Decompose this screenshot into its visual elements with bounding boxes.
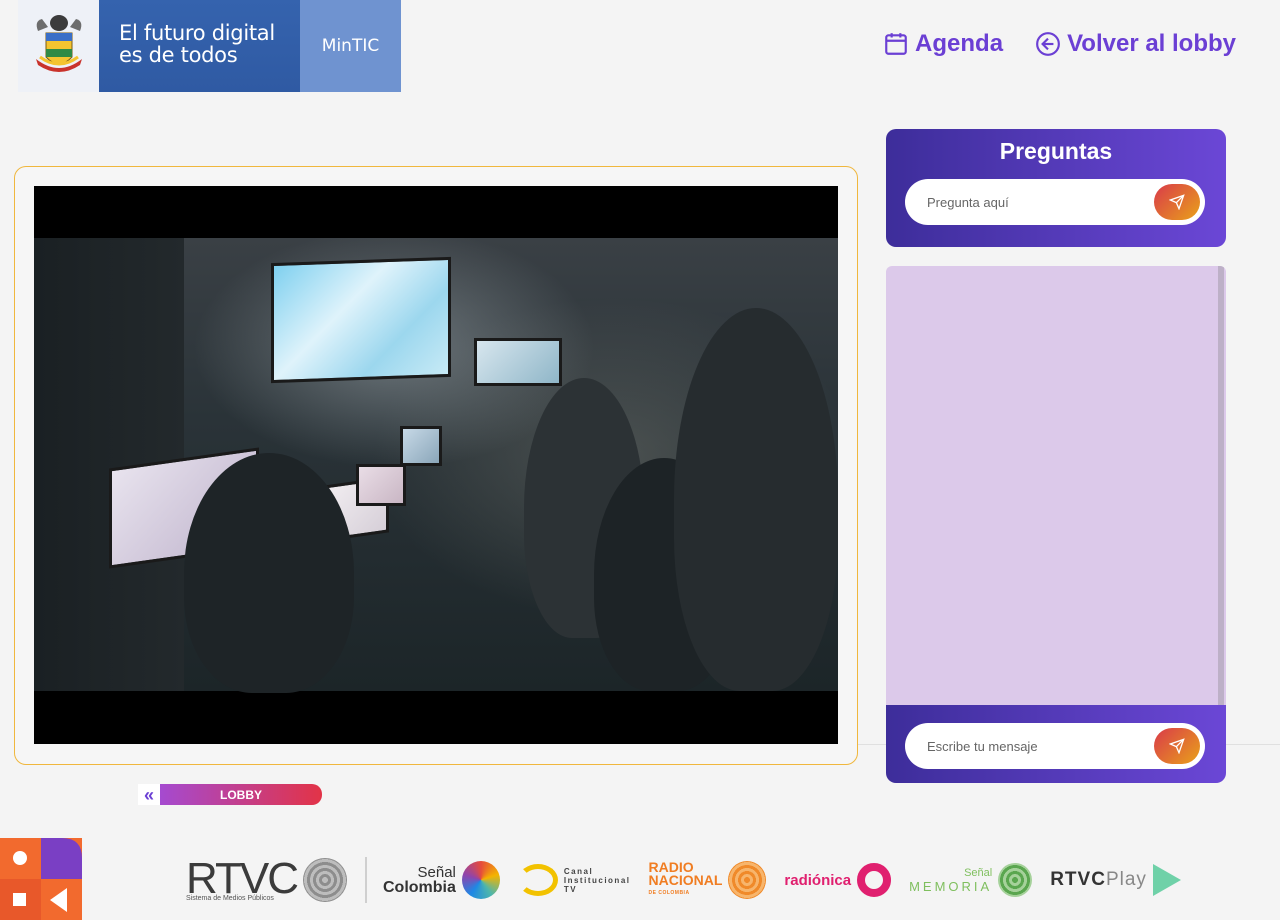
senal-memoria-logo: Señal MEMORIA xyxy=(909,863,1033,897)
arrow-left-circle-icon xyxy=(1036,32,1060,56)
chat-send-button[interactable] xyxy=(1154,728,1200,764)
radionica-ring-icon xyxy=(857,863,892,897)
chat-input-wrapper xyxy=(905,723,1205,769)
radio-line2: NACIONAL xyxy=(648,871,723,888)
radio-line3: DE COLOMBIA xyxy=(648,889,690,896)
brand-slogan: El futuro digital es de todos xyxy=(99,0,300,92)
lobby-button-label: LOBBY xyxy=(160,784,322,805)
chat-scrollbar[interactable] xyxy=(1218,266,1224,706)
radio-nacional-swirl-icon xyxy=(728,861,767,899)
question-input-wrapper xyxy=(905,179,1205,225)
chat-input-bar xyxy=(886,705,1226,783)
canal-line3: TV xyxy=(563,884,578,894)
question-send-button[interactable] xyxy=(1154,184,1200,220)
brand-slogan-line1: El futuro digital xyxy=(119,21,275,45)
canal-institucional-ring-icon xyxy=(517,864,558,896)
chat-message-input[interactable] xyxy=(927,738,1147,754)
send-icon xyxy=(1169,194,1185,210)
double-chevron-left-icon: « xyxy=(138,784,160,805)
radionica-logo: radiónica xyxy=(784,863,892,897)
play-icon xyxy=(1152,864,1181,896)
radio-nacional-logo: RADIO NACIONAL DE COLOMBIA xyxy=(648,860,767,900)
rtvcplay-part2: Play xyxy=(1105,869,1147,890)
memoria-wordmark: MEMORIA xyxy=(909,879,993,894)
rtvc-swirl-icon xyxy=(302,858,347,902)
question-input[interactable] xyxy=(927,194,1147,210)
video-frame xyxy=(14,166,858,765)
brand-ministry: MinTIC xyxy=(300,0,401,92)
questions-panel: Preguntas xyxy=(886,129,1226,247)
rtvc-logo: RTVC Sistema de Medios Públicos xyxy=(186,856,347,902)
top-navigation: Agenda Volver al lobby xyxy=(883,30,1236,58)
corner-brand-icon xyxy=(0,838,82,920)
lobby-button[interactable]: « LOBBY xyxy=(138,784,322,805)
agenda-label: Agenda xyxy=(915,30,1004,57)
radionica-wordmark: radiónica xyxy=(784,871,852,889)
video-frame-image xyxy=(34,238,838,693)
senal-colombia-swirl-icon xyxy=(461,861,500,899)
questions-title: Preguntas xyxy=(999,138,1113,164)
rtvc-play-logo: RTVCPlay xyxy=(1050,864,1181,896)
calendar-icon xyxy=(885,33,907,55)
senal-memoria-swirl-icon xyxy=(998,863,1033,897)
rtvcplay-part1: RTVC xyxy=(1050,869,1106,890)
partner-logos: RTVC Sistema de Medios Públicos Señal Co… xyxy=(186,855,1199,905)
send-icon xyxy=(1169,738,1185,754)
back-to-lobby-link[interactable]: Volver al lobby xyxy=(1035,30,1236,58)
agenda-link[interactable]: Agenda xyxy=(883,30,1003,58)
chat-messages-area[interactable] xyxy=(886,266,1226,706)
senal-colombia-logo: Señal Colombia xyxy=(383,861,500,899)
logo-separator xyxy=(364,857,367,903)
brand-slogan-line2: es de todos xyxy=(119,43,238,67)
video-player[interactable] xyxy=(34,186,838,744)
senal-colombia-name: Colombia xyxy=(382,879,456,896)
canal-line1: Canal xyxy=(563,866,594,876)
canal-line2: Institucional xyxy=(563,875,631,885)
canal-institucional-logo: Canal Institucional TV xyxy=(517,864,631,896)
brand-banner: El futuro digital es de todos MinTIC xyxy=(18,0,401,92)
back-to-lobby-label: Volver al lobby xyxy=(1067,30,1236,57)
coat-of-arms-icon xyxy=(18,0,99,92)
